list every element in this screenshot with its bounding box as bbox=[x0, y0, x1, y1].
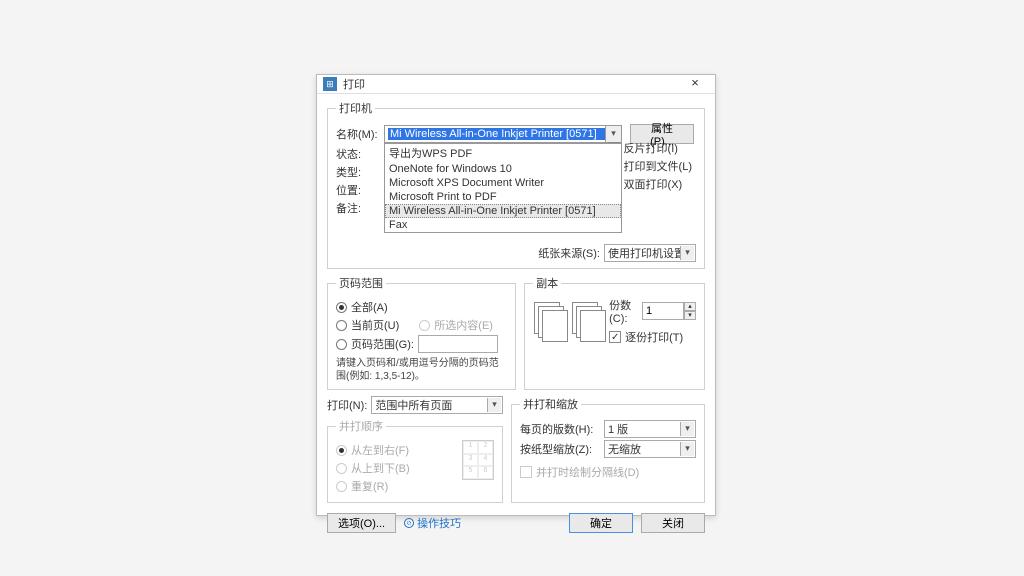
nup-preview: 123456 bbox=[462, 440, 494, 480]
printer-option[interactable]: Microsoft Print to PDF bbox=[385, 190, 621, 204]
spin-buttons[interactable]: ▴▾ bbox=[684, 302, 696, 320]
copies-legend: 副本 bbox=[533, 275, 561, 291]
collate-icon bbox=[571, 301, 601, 341]
printer-option[interactable]: 导出为WPS PDF bbox=[385, 144, 621, 162]
printer-option[interactable]: Fax bbox=[385, 218, 621, 232]
radio-repeat: 重复(R) bbox=[336, 478, 456, 494]
paper-source-select[interactable]: 使用打印机设置 ▾ bbox=[604, 244, 696, 262]
chevron-down-icon[interactable]: ▾ bbox=[680, 246, 694, 260]
radio-range[interactable]: 页码范围(G): bbox=[336, 335, 507, 353]
app-icon: ⊞ bbox=[323, 77, 337, 91]
copies-label: 份数(C): bbox=[609, 297, 638, 325]
printer-option[interactable]: Microsoft XPS Document Writer bbox=[385, 176, 621, 190]
print-dialog: ⊞ 打印 × 打印机 名称(M): Mi Wireless All-in-One… bbox=[316, 74, 716, 516]
page-range-legend: 页码范围 bbox=[336, 275, 386, 291]
ok-button[interactable]: 确定 bbox=[569, 513, 633, 533]
check-collate[interactable]: 逐份打印(T) bbox=[609, 329, 696, 345]
range-input[interactable] bbox=[418, 335, 498, 353]
printer-option[interactable]: Mi Wireless All-in-One Inkjet Printer [0… bbox=[385, 204, 621, 218]
check-draw-lines: 并打时绘制分隔线(D) bbox=[520, 464, 696, 480]
status-label: 状态: bbox=[336, 146, 384, 162]
tips-link[interactable]: 操作技巧 bbox=[404, 515, 461, 531]
printer-select[interactable]: Mi Wireless All-in-One Inkjet Printer [0… bbox=[384, 125, 622, 143]
per-sheet-label: 每页的版数(H): bbox=[520, 421, 600, 437]
printer-dropdown: 导出为WPS PDF OneNote for Windows 10 Micros… bbox=[384, 143, 622, 233]
per-sheet-select[interactable]: 1 版▾ bbox=[604, 420, 696, 438]
print-what-label: 打印(N): bbox=[327, 397, 367, 413]
printer-selected: Mi Wireless All-in-One Inkjet Printer [0… bbox=[388, 128, 605, 140]
name-label: 名称(M): bbox=[336, 126, 384, 142]
options-button[interactable]: 选项(O)... bbox=[327, 513, 396, 533]
chevron-down-icon[interactable]: ▾ bbox=[680, 442, 694, 456]
titlebar: ⊞ 打印 × bbox=[317, 75, 715, 94]
range-help: 请键入页码和/或用逗号分隔的页码范围(例如: 1,3,5-12)。 bbox=[336, 357, 507, 383]
close-icon[interactable]: × bbox=[681, 75, 709, 93]
scaling-legend: 并打和缩放 bbox=[520, 396, 581, 412]
order-group: 并打顺序 从左到右(F) 从上到下(B) 重复(R) 123456 bbox=[327, 418, 503, 503]
close-button[interactable]: 关闭 bbox=[641, 513, 705, 533]
page-range-group: 页码范围 全部(A) 当前页(U) 所选内容(E) 页码范围(G): 请键入页码… bbox=[327, 275, 516, 390]
location-label: 位置: bbox=[336, 182, 384, 198]
print-what-select[interactable]: 范围中所有页面 ▾ bbox=[371, 396, 503, 414]
copies-group: 副本 份数(C): ▴▾ 逐份打印(T) bbox=[524, 275, 705, 390]
radio-selection: 所选内容(E) bbox=[419, 317, 493, 333]
scale-label: 按纸型缩放(Z): bbox=[520, 441, 600, 457]
printer-group: 打印机 名称(M): Mi Wireless All-in-One Inkjet… bbox=[327, 100, 705, 269]
printer-legend: 打印机 bbox=[336, 100, 375, 116]
radio-all[interactable]: 全部(A) bbox=[336, 299, 507, 315]
collate-icon bbox=[533, 301, 563, 341]
dialog-title: 打印 bbox=[343, 76, 681, 92]
order-legend: 并打顺序 bbox=[336, 418, 386, 434]
scale-select[interactable]: 无缩放▾ bbox=[604, 440, 696, 458]
scaling-group: 并打和缩放 每页的版数(H): 1 版▾ 按纸型缩放(Z): 无缩放▾ 并打时绘… bbox=[511, 396, 705, 503]
radio-current[interactable]: 当前页(U) bbox=[336, 317, 399, 333]
printer-option[interactable]: OneNote for Windows 10 bbox=[385, 162, 621, 176]
chevron-down-icon[interactable]: ▾ bbox=[680, 422, 694, 436]
paper-source-label: 纸张来源(S): bbox=[538, 245, 600, 261]
copies-input[interactable] bbox=[642, 302, 684, 320]
radio-lr: 从左到右(F) bbox=[336, 442, 456, 458]
radio-tb: 从上到下(B) bbox=[336, 460, 456, 476]
gear-icon bbox=[404, 518, 414, 528]
chevron-down-icon[interactable]: ▾ bbox=[487, 398, 501, 412]
comment-label: 备注: bbox=[336, 200, 384, 216]
type-label: 类型: bbox=[336, 164, 384, 180]
